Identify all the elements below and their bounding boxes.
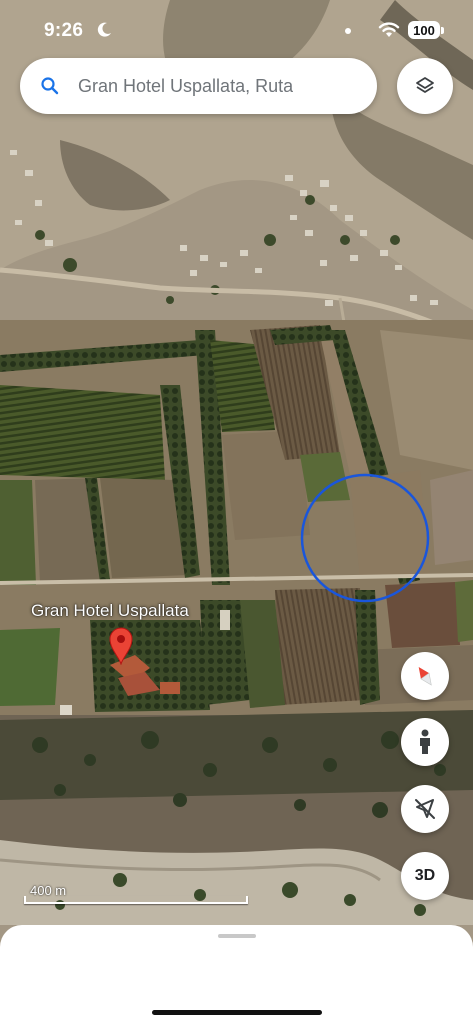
street-view-button[interactable] — [401, 718, 449, 766]
location-off-icon — [415, 799, 435, 819]
place-pin-icon[interactable] — [108, 627, 134, 665]
search-input[interactable]: Gran Hotel Uspallata, Ruta — [78, 76, 293, 97]
status-time: 9:26 — [44, 20, 84, 41]
home-indicator[interactable] — [152, 1010, 322, 1015]
compass-icon — [418, 666, 432, 686]
compass-button[interactable] — [401, 652, 449, 700]
scale-bar — [24, 896, 248, 904]
layers-icon — [416, 77, 434, 93]
street-view-person-icon — [420, 729, 430, 754]
battery-tip — [441, 27, 444, 34]
status-bar: 9:26 100 — [0, 0, 473, 56]
battery-icon: 100 — [408, 21, 440, 39]
search-bar[interactable]: Gran Hotel Uspallata, Ruta — [20, 58, 377, 114]
3d-toggle-button[interactable]: 3D — [401, 852, 449, 900]
map-scale: 400 m — [20, 883, 248, 905]
moon-icon — [97, 22, 111, 37]
bottom-sheet[interactable] — [0, 925, 473, 1024]
my-location-button[interactable] — [401, 785, 449, 833]
camera-indicator-dot — [345, 28, 351, 34]
place-label[interactable]: Gran Hotel Uspallata — [31, 601, 189, 621]
search-icon — [41, 77, 59, 95]
sheet-drag-handle[interactable] — [218, 934, 256, 938]
layers-button[interactable] — [397, 58, 453, 114]
wifi-icon — [378, 22, 400, 37]
